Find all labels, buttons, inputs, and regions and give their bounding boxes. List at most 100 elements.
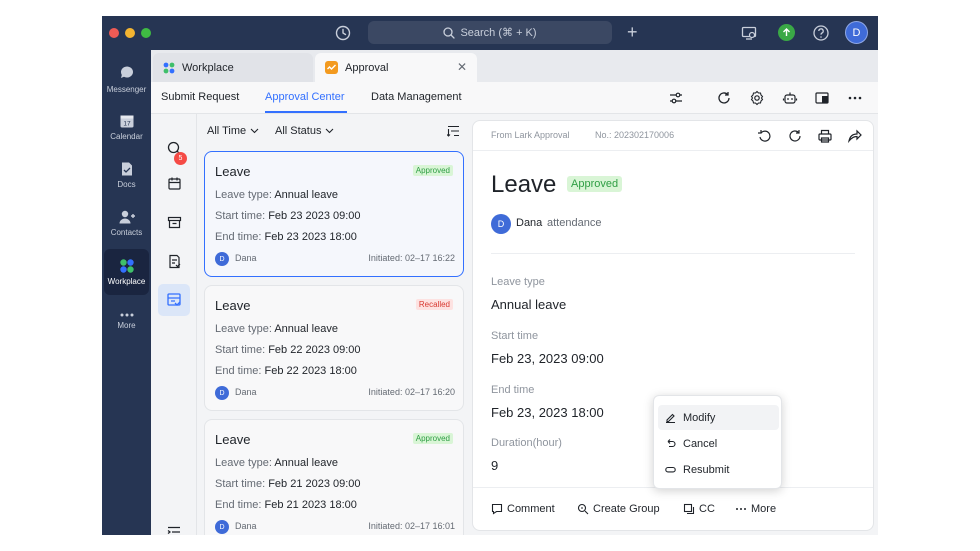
time-filter-dropdown[interactable]: All Time [207, 125, 259, 137]
user-avatar[interactable]: D [845, 21, 868, 44]
card-leave-type: Leave type: Annual leave [215, 189, 338, 201]
status-filter-label: All Status [275, 125, 322, 137]
field-label-end-time: End time [491, 384, 535, 396]
nav-item-docs[interactable]: Docs [102, 152, 151, 198]
card-initiated: Initiated: 02–17 16:20 [368, 387, 455, 397]
field-label-start-time: Start time [491, 330, 539, 342]
status-badge: Approved [412, 165, 453, 176]
filter-settings-icon[interactable] [668, 90, 684, 106]
sort-icon[interactable] [447, 125, 460, 137]
close-tab-icon[interactable]: ✕ [457, 60, 467, 74]
workplace-icon [119, 259, 134, 273]
card-leave-type: Leave type: Annual leave [215, 457, 338, 469]
cc-to-me-icon[interactable] [158, 284, 190, 316]
card-title: Leave [215, 164, 251, 179]
upgrade-icon[interactable] [778, 24, 795, 41]
window-minimize-button[interactable] [125, 28, 135, 38]
comment-label: Comment [507, 503, 555, 515]
open-window-icon[interactable] [814, 90, 830, 106]
card-end-time: End time: Feb 23 2023 18:00 [215, 231, 357, 243]
plus-icon[interactable]: + [627, 23, 638, 41]
detail-source: From Lark Approval [491, 130, 570, 140]
field-label-leave-type: Leave type [491, 276, 545, 288]
workplace-tab-icon [163, 62, 175, 73]
cancel-menu-item[interactable]: Cancel [658, 431, 779, 456]
card-end-time: End time: Feb 22 2023 18:00 [215, 365, 357, 377]
tab-approval[interactable]: Approval ✕ [315, 53, 477, 82]
cc-button[interactable]: CC [683, 503, 715, 515]
share-icon[interactable] [847, 128, 863, 144]
undo-icon [667, 439, 676, 448]
chevron-down-icon [326, 128, 334, 134]
help-icon[interactable] [812, 24, 830, 42]
resubmit-menu-item[interactable]: Resubmit [658, 457, 779, 482]
approval-sidebar: 5 [151, 114, 197, 535]
chevron-down-icon [250, 128, 259, 134]
card-user: Dana [235, 521, 257, 531]
detail-title: Leave [491, 171, 557, 198]
nav-label: Workplace [107, 277, 146, 286]
refresh-icon[interactable] [787, 128, 803, 144]
detail-action-bar: Comment Create Group CC More [473, 487, 873, 530]
approval-subnav: Submit Request Approval Center Data Mana… [151, 82, 878, 114]
avatar: D [215, 252, 229, 266]
app-sidebar: Messenger 17 Calendar Docs Contacts Work… [102, 50, 151, 535]
field-value-end-time: Feb 23, 2023 18:00 [491, 405, 604, 420]
revoke-icon[interactable] [757, 128, 773, 144]
modify-menu-item[interactable]: Modify [658, 405, 779, 430]
window-zoom-button[interactable] [141, 28, 151, 38]
more-icon [120, 313, 133, 317]
active-tab-indicator [265, 111, 347, 113]
create-group-button[interactable]: Create Group [577, 503, 660, 515]
more-actions-menu: Modify Cancel Resubmit [653, 395, 782, 489]
approval-center-link[interactable]: Approval Center [265, 91, 345, 103]
archive-icon[interactable] [163, 211, 185, 233]
create-group-label: Create Group [593, 503, 660, 515]
pending-approvals-icon[interactable] [163, 172, 185, 194]
submitted-icon[interactable] [163, 250, 185, 272]
group-chat-icon [577, 503, 589, 515]
nav-item-contacts[interactable]: Contacts [102, 200, 151, 246]
resubmit-label: Resubmit [683, 463, 730, 476]
nav-label: Contacts [110, 228, 143, 237]
comment-button[interactable]: Comment [491, 503, 555, 515]
search-bar[interactable]: Search (⌘ + K) [368, 21, 612, 44]
nav-item-more[interactable]: More [102, 298, 151, 344]
more-label: More [751, 503, 777, 515]
approval-card[interactable]: Leave Approved Leave type: Annual leave … [204, 151, 464, 277]
card-title: Leave [215, 432, 251, 447]
card-title: Leave [215, 298, 251, 313]
field-value-duration: 9 [491, 458, 499, 473]
refresh-icon[interactable] [716, 90, 732, 106]
print-icon[interactable] [817, 128, 833, 144]
contacts-icon [119, 210, 135, 224]
nav-item-messenger[interactable]: Messenger [102, 56, 151, 102]
card-start-time: Start time: Feb 21 2023 09:00 [215, 478, 361, 490]
settings-icon[interactable] [749, 90, 765, 106]
status-badge: Approved [412, 433, 453, 444]
bot-icon[interactable] [782, 90, 798, 106]
history-icon[interactable] [334, 24, 352, 42]
card-leave-type: Leave type: Annual leave [215, 323, 338, 335]
svg-text:17: 17 [123, 121, 131, 128]
submit-request-link[interactable]: Submit Request [161, 91, 239, 103]
more-options-icon[interactable] [847, 90, 863, 106]
nav-label: Calendar [110, 132, 143, 141]
nav-item-workplace[interactable]: Workplace [104, 249, 149, 295]
status-filter-dropdown[interactable]: All Status [275, 125, 334, 137]
screen-share-icon[interactable] [740, 24, 758, 42]
window-close-button[interactable] [109, 28, 119, 38]
resubmit-icon [665, 466, 676, 473]
card-start-time: Start time: Feb 23 2023 09:00 [215, 210, 361, 222]
nav-label: Docs [117, 180, 136, 189]
nav-item-calendar[interactable]: 17 Calendar [102, 104, 151, 150]
collapse-menu-icon[interactable] [163, 521, 185, 535]
approval-card[interactable]: Leave Approved Leave type: Annual leave … [204, 419, 464, 535]
title-bar: Search (⌘ + K) + D [102, 16, 878, 50]
tab-workplace[interactable]: Workplace [153, 53, 313, 82]
data-management-link[interactable]: Data Management [371, 91, 462, 103]
status-badge: Recalled [415, 299, 453, 310]
detail-user-name[interactable]: Dana [516, 217, 542, 229]
more-button[interactable]: More [735, 503, 776, 515]
approval-card[interactable]: Leave Recalled Leave type: Annual leave … [204, 285, 464, 411]
